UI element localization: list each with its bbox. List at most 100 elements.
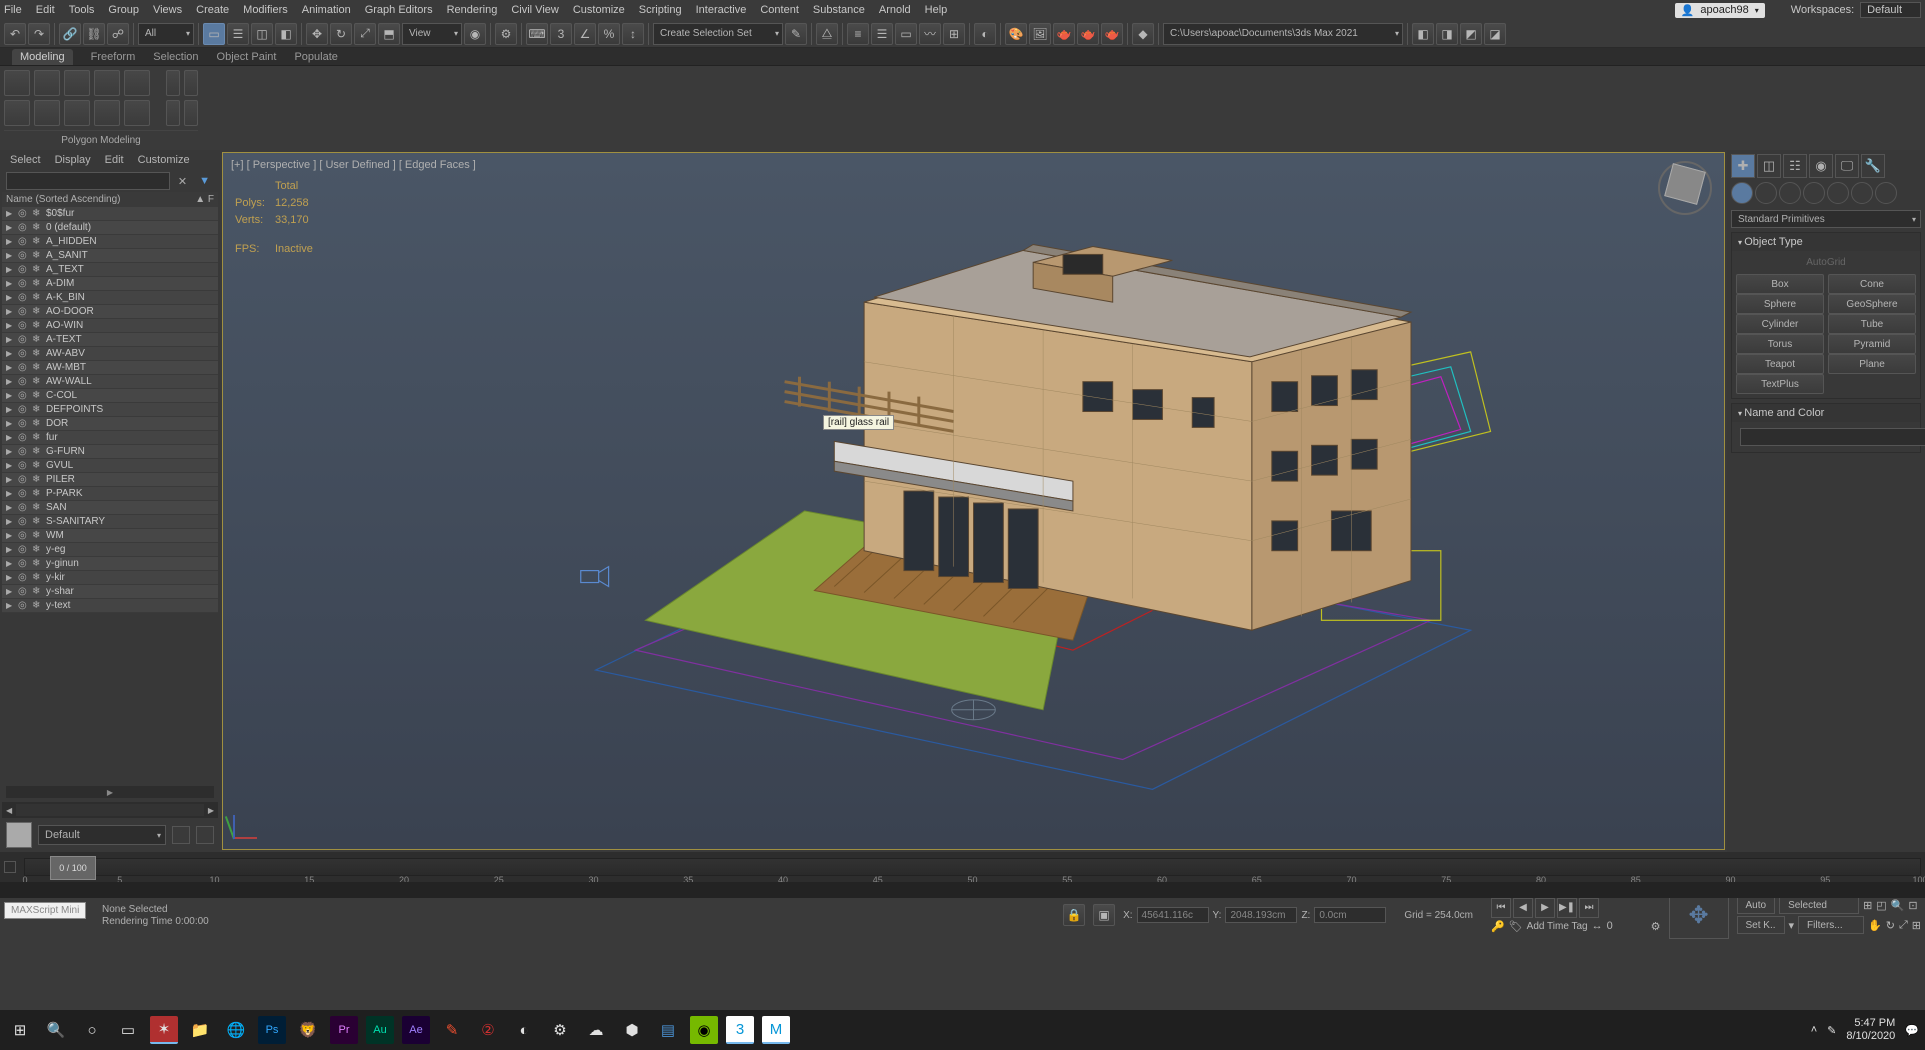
- settings-icon[interactable]: ⚙: [546, 1016, 574, 1044]
- layer-row[interactable]: ▶◎❄$0$fur: [2, 207, 218, 221]
- nav-btn-a[interactable]: ⊞: [1863, 899, 1872, 912]
- menu-views[interactable]: Views: [153, 4, 182, 16]
- menu-civilview[interactable]: Civil View: [511, 4, 558, 16]
- visibility-icon[interactable]: ◎: [18, 348, 28, 359]
- select-object-button[interactable]: ▭: [203, 23, 225, 45]
- tab-utilities[interactable]: 🔧: [1861, 154, 1885, 178]
- ribbon-tab-populate[interactable]: Populate: [294, 51, 337, 63]
- premiere-icon[interactable]: Pr: [330, 1016, 358, 1044]
- layer-row[interactable]: ▶◎❄0 (default): [2, 221, 218, 235]
- expand-icon[interactable]: ▶: [6, 517, 14, 526]
- cortana-button[interactable]: ○: [78, 1016, 106, 1044]
- visibility-icon[interactable]: ◎: [18, 320, 28, 331]
- material-btn-1[interactable]: [172, 826, 190, 844]
- nav-btn-h[interactable]: ⊞: [1912, 919, 1921, 932]
- expand-icon[interactable]: ▶: [6, 531, 14, 540]
- layer-row[interactable]: ▶◎❄AW-ABV: [2, 347, 218, 361]
- tab-modify[interactable]: ◫: [1757, 154, 1781, 178]
- layer-row[interactable]: ▶◎❄y-text: [2, 599, 218, 613]
- layer-row[interactable]: ▶◎❄y-ginun: [2, 557, 218, 571]
- ribbon-btn-s4[interactable]: [184, 100, 198, 126]
- open-autodesk-button[interactable]: ◆: [1132, 23, 1154, 45]
- ribbon-tab-freeform[interactable]: Freeform: [91, 51, 136, 63]
- keyboard-shortcut-button[interactable]: ⌨: [526, 23, 548, 45]
- visibility-icon[interactable]: ◎: [18, 418, 28, 429]
- edit-selection-button[interactable]: ✎: [785, 23, 807, 45]
- layer-row[interactable]: ▶◎❄AO-WIN: [2, 319, 218, 333]
- key-filters-icon[interactable]: ▾: [1789, 919, 1795, 932]
- named-selection-dropdown[interactable]: Create Selection Set: [653, 23, 783, 45]
- layer-row[interactable]: ▶◎❄C-COL: [2, 389, 218, 403]
- freeze-icon[interactable]: ❄: [32, 320, 42, 331]
- tray-chevron-icon[interactable]: ˄: [1811, 1024, 1817, 1036]
- layer-row[interactable]: ▶◎❄A_TEXT: [2, 263, 218, 277]
- isolate-button[interactable]: ▣: [1093, 904, 1115, 926]
- app-icon-2[interactable]: ✎: [438, 1016, 466, 1044]
- layer-row[interactable]: ▶◎❄A-TEXT: [2, 333, 218, 347]
- visibility-icon[interactable]: ◎: [18, 292, 28, 303]
- nvidia-icon[interactable]: ◉: [690, 1016, 718, 1044]
- freeze-icon[interactable]: ❄: [32, 488, 42, 499]
- sub-helpers[interactable]: [1827, 182, 1849, 204]
- expand-icon[interactable]: ▶: [6, 307, 14, 316]
- freeze-icon[interactable]: ❄: [32, 530, 42, 541]
- ribbon-tab-selection[interactable]: Selection: [153, 51, 198, 63]
- ribbon-btn-1[interactable]: [4, 70, 30, 96]
- window-crossing-button[interactable]: ◧: [275, 23, 297, 45]
- ribbon-btn-10[interactable]: [124, 100, 150, 126]
- redo-button[interactable]: ↷: [28, 23, 50, 45]
- menu-grapheditors[interactable]: Graph Editors: [365, 4, 433, 16]
- layer-row[interactable]: ▶◎❄GVUL: [2, 459, 218, 473]
- se-menu-edit[interactable]: Edit: [105, 154, 124, 166]
- visibility-icon[interactable]: ◎: [18, 600, 28, 611]
- 3dsmax-icon[interactable]: 3: [726, 1016, 754, 1044]
- coord-x-field[interactable]: 45641.116c: [1137, 907, 1209, 923]
- move-button[interactable]: ✥: [306, 23, 328, 45]
- freeze-icon[interactable]: ❄: [32, 572, 42, 583]
- goto-end-button[interactable]: ⏭: [1579, 898, 1599, 918]
- mirror-button[interactable]: ⧋: [816, 23, 838, 45]
- material-swatch[interactable]: [6, 822, 32, 848]
- add-time-tag[interactable]: Add Time Tag: [1527, 921, 1588, 932]
- menu-group[interactable]: Group: [108, 4, 139, 16]
- menu-scripting[interactable]: Scripting: [639, 4, 682, 16]
- se-menu-display[interactable]: Display: [55, 154, 91, 166]
- autogrid-checkbox[interactable]: AutoGrid: [1736, 255, 1916, 270]
- toggle-ribbon-button[interactable]: ▭: [895, 23, 917, 45]
- primitive-box-button[interactable]: Box: [1736, 274, 1824, 294]
- project-folder-dropdown[interactable]: C:\Users\apoac\Documents\3ds Max 2021: [1163, 23, 1403, 45]
- primitive-sphere-button[interactable]: Sphere: [1736, 294, 1824, 314]
- tray-pen-icon[interactable]: ✎: [1827, 1024, 1836, 1037]
- scene-explorer-hscroll[interactable]: ◀▶: [2, 802, 218, 818]
- visibility-icon[interactable]: ◎: [18, 446, 28, 457]
- primitive-cone-button[interactable]: Cone: [1828, 274, 1916, 294]
- freeze-icon[interactable]: ❄: [32, 586, 42, 597]
- visibility-icon[interactable]: ◎: [18, 432, 28, 443]
- prev-frame-button[interactable]: ◀: [1513, 898, 1533, 918]
- sub-systems[interactable]: [1875, 182, 1897, 204]
- freeze-icon[interactable]: ❄: [32, 208, 42, 219]
- menu-rendering[interactable]: Rendering: [447, 4, 498, 16]
- ribbon-btn-6[interactable]: [4, 100, 30, 126]
- scene-explorer-header[interactable]: Name (Sorted Ascending) ▲ F: [2, 192, 218, 207]
- layer-row[interactable]: ▶◎❄G-FURN: [2, 445, 218, 459]
- search-input[interactable]: [6, 172, 170, 190]
- ribbon-btn-8[interactable]: [64, 100, 90, 126]
- time-slider-track[interactable]: 0 / 100 05101520253035404550556065707580…: [24, 858, 1921, 876]
- menu-help[interactable]: Help: [925, 4, 948, 16]
- goto-start-button[interactable]: ⏮: [1491, 898, 1511, 918]
- chrome-icon[interactable]: 🌐: [222, 1016, 250, 1044]
- clear-search-button[interactable]: ✕: [174, 175, 191, 188]
- menu-arnold[interactable]: Arnold: [879, 4, 911, 16]
- unlink-button[interactable]: ⛓: [83, 23, 105, 45]
- expand-icon[interactable]: ▶: [6, 601, 14, 610]
- placement-button[interactable]: ⬒: [378, 23, 400, 45]
- primitive-tube-button[interactable]: Tube: [1828, 314, 1916, 334]
- layer-explorer-button[interactable]: ☰: [871, 23, 893, 45]
- menu-create[interactable]: Create: [196, 4, 229, 16]
- ribbon-btn-3[interactable]: [64, 70, 90, 96]
- nav-btn-d[interactable]: ⊡: [1908, 899, 1917, 912]
- visibility-icon[interactable]: ◎: [18, 278, 28, 289]
- layer-row[interactable]: ▶◎❄y-shar: [2, 585, 218, 599]
- expand-icon[interactable]: ▶: [6, 573, 14, 582]
